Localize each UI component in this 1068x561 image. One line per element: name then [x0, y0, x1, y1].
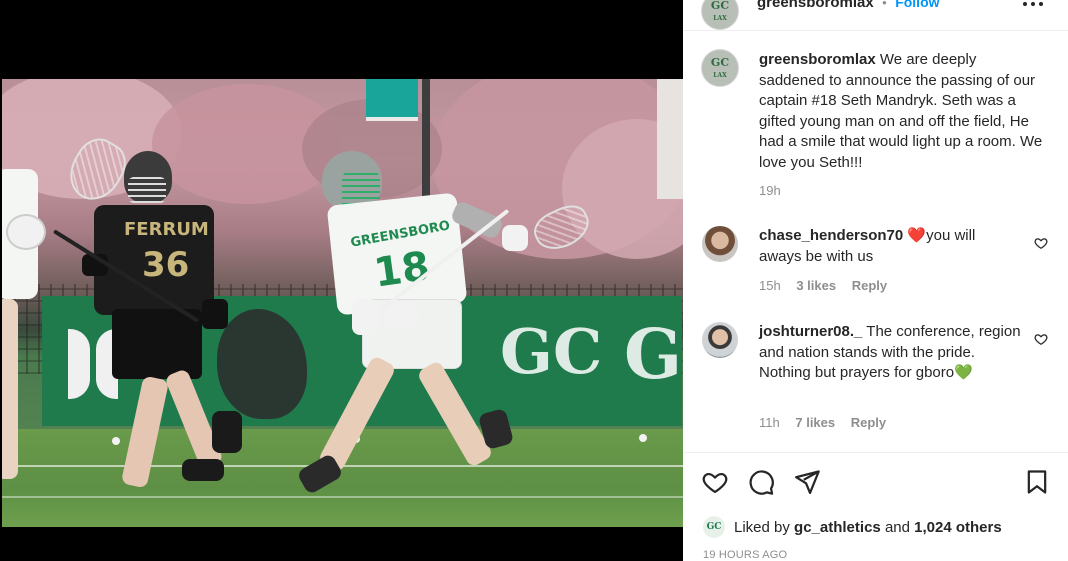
caption-avatar[interactable]: GC LAX [701, 49, 739, 87]
caption: greensboromlax We are deeply saddened to… [759, 50, 1044, 173]
comment: joshturner08._ The conference, region an… [759, 322, 1024, 384]
building-wall [657, 79, 683, 199]
caption-text: We are deeply saddened to announce the p… [759, 51, 1043, 171]
post-header: GC LAX greensboromlax • Follow [683, 0, 1068, 31]
green-heart-emoji-icon: 💚 [954, 364, 973, 381]
commenter-avatar[interactable] [702, 226, 738, 262]
liked-by-conjunction: and [884, 519, 910, 536]
comment-likes[interactable]: 7 likes [795, 415, 835, 430]
gc-logo-icon: GC LAX [710, 0, 730, 22]
header-username[interactable]: greensboromlax [757, 0, 874, 11]
banner-text-g: G [624, 315, 683, 395]
jersey-number: 18 [371, 243, 433, 297]
gc-logo-icon: GC [706, 522, 722, 532]
reply-button[interactable]: Reply [851, 415, 886, 430]
player-greensboro: GREENSBORO 18 [292, 149, 532, 499]
liked-by-line: Liked by gc_athletics and 1,024 others [734, 519, 1002, 536]
comment-username[interactable]: chase_henderson70 [759, 227, 903, 244]
lacrosse-ball [639, 434, 647, 442]
follow-button[interactable]: Follow [895, 0, 939, 10]
heart-emoji-icon: ❤️ [907, 227, 927, 244]
player-ferrum: FERRUM 36 [62, 149, 242, 499]
gc-logo-icon: GC LAX [710, 56, 730, 79]
jersey-number: 36 [142, 245, 190, 285]
comment: chase_henderson70 ❤️you will aways be wi… [759, 226, 1019, 267]
liker-avatar[interactable]: GC [703, 516, 725, 538]
comment-meta: 11h 7 likes Reply [759, 415, 886, 430]
comment-likes[interactable]: 3 likes [796, 278, 836, 293]
heart-outline-icon[interactable] [701, 468, 729, 496]
divider [683, 452, 1068, 453]
lacrosse-photo: GC G FERRUM 36 GREENSBORO 18 [2, 79, 683, 527]
player-partial [2, 169, 56, 509]
header-separator: • [882, 0, 887, 10]
avatar[interactable]: GC LAX [701, 0, 739, 30]
bookmark-icon[interactable] [1023, 468, 1051, 496]
more-options-icon[interactable] [1023, 2, 1047, 8]
comment-like-icon[interactable] [1034, 236, 1048, 250]
comment-meta: 15h 3 likes Reply [759, 278, 887, 293]
comment-bubble-icon[interactable] [747, 468, 775, 496]
caption-username[interactable]: greensboromlax [759, 51, 876, 68]
caption-time: 19h [759, 183, 781, 198]
comment-username[interactable]: joshturner08._ [759, 323, 862, 340]
commenter-avatar[interactable] [702, 322, 738, 358]
post-media[interactable]: GC G FERRUM 36 GREENSBORO 18 [0, 0, 683, 561]
comment-like-icon[interactable] [1034, 332, 1048, 346]
liked-by-user[interactable]: gc_athletics [794, 519, 881, 536]
jersey-text: FERRUM [124, 219, 209, 240]
post-timestamp: 19 HOURS AGO [703, 549, 788, 561]
post-side-panel: GC LAX greensboromlax • Follow GC LAX gree… [683, 0, 1068, 561]
reply-button[interactable]: Reply [852, 278, 887, 293]
paper-plane-icon[interactable] [793, 468, 821, 496]
liked-by-count[interactable]: 1,024 others [914, 519, 1002, 536]
comment-time: 15h [759, 278, 781, 293]
liked-by-prefix: Liked by [734, 519, 790, 536]
teal-flag [366, 79, 418, 121]
comment-time: 11h [759, 415, 780, 430]
